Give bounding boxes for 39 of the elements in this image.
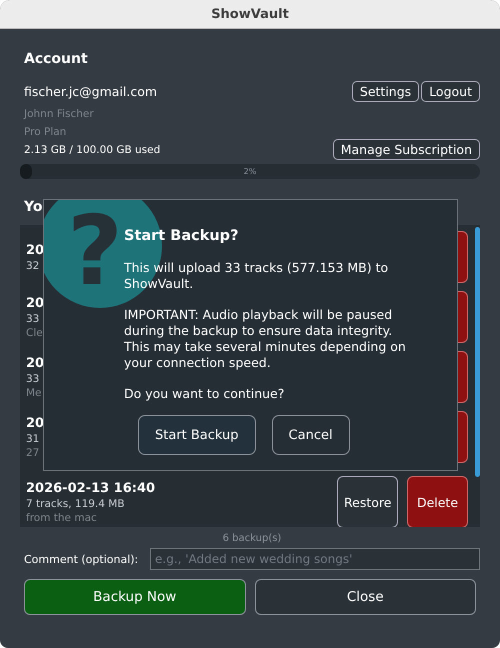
dialog-title: Start Backup?	[124, 228, 240, 244]
plan-label: Pro Plan	[24, 126, 68, 138]
backup-date: 20	[26, 242, 44, 258]
dialog-button[interactable]: Start Backup	[138, 415, 256, 455]
account-button[interactable]: Logout	[421, 81, 480, 102]
section-heading: Yo	[24, 199, 44, 215]
dialog-message: This will upload 33 tracks (577.153 MB) to ShowVault.	[124, 260, 390, 292]
manage-subscription-button[interactable]: Manage Subscription	[332, 139, 480, 160]
dialog-message: IMPORTANT: Audio playback will be paused during the backup to ensure data integrity. This may take several minutes depending on your connection speed.	[124, 307, 407, 371]
backup-note: Cle	[26, 326, 43, 338]
backup-date: 20	[26, 416, 44, 430]
comment-label: Comment (optional):	[24, 552, 140, 566]
delete-button[interactable]: Delete	[407, 476, 468, 527]
scrollbar[interactable]	[475, 227, 480, 477]
dialog-message: Do you want to continue?	[124, 386, 286, 402]
backup-date: 2026-02-13 16:40	[26, 480, 156, 496]
usage-percent: 2%	[244, 167, 256, 176]
backup-note: Me	[26, 386, 42, 398]
backup-info: 32	[26, 260, 40, 272]
backup-info: 33	[26, 312, 40, 324]
close-button[interactable]: Close	[254, 579, 476, 615]
account-name: Johnn Fischer	[24, 108, 95, 120]
comment-field[interactable]: e.g., 'Added new wedding songs'	[150, 548, 480, 570]
account-button[interactable]: Settings	[352, 81, 420, 102]
restore-button[interactable]: Restore	[337, 476, 398, 527]
backup-count: 6 backup(s)	[222, 533, 282, 544]
section-heading: Account	[24, 51, 89, 67]
account-email: fischer.jc@gmail.com	[24, 84, 158, 99]
backup-info: 7 tracks, 119.4 MB	[26, 498, 125, 510]
storage-usage: 2.13 GB / 100.00 GB used	[24, 144, 160, 156]
backup-date: 20	[26, 296, 44, 310]
backup-info: 31	[26, 432, 40, 444]
backup-note: from the mac	[26, 512, 97, 524]
backup-info: 33	[26, 372, 40, 384]
window-title: ShowVault	[211, 6, 289, 22]
backup-note: 27	[26, 446, 40, 458]
dialog-button[interactable]: Cancel	[272, 415, 350, 455]
backup-now-button[interactable]: Backup Now	[24, 579, 246, 615]
backup-date: 20	[26, 356, 44, 370]
